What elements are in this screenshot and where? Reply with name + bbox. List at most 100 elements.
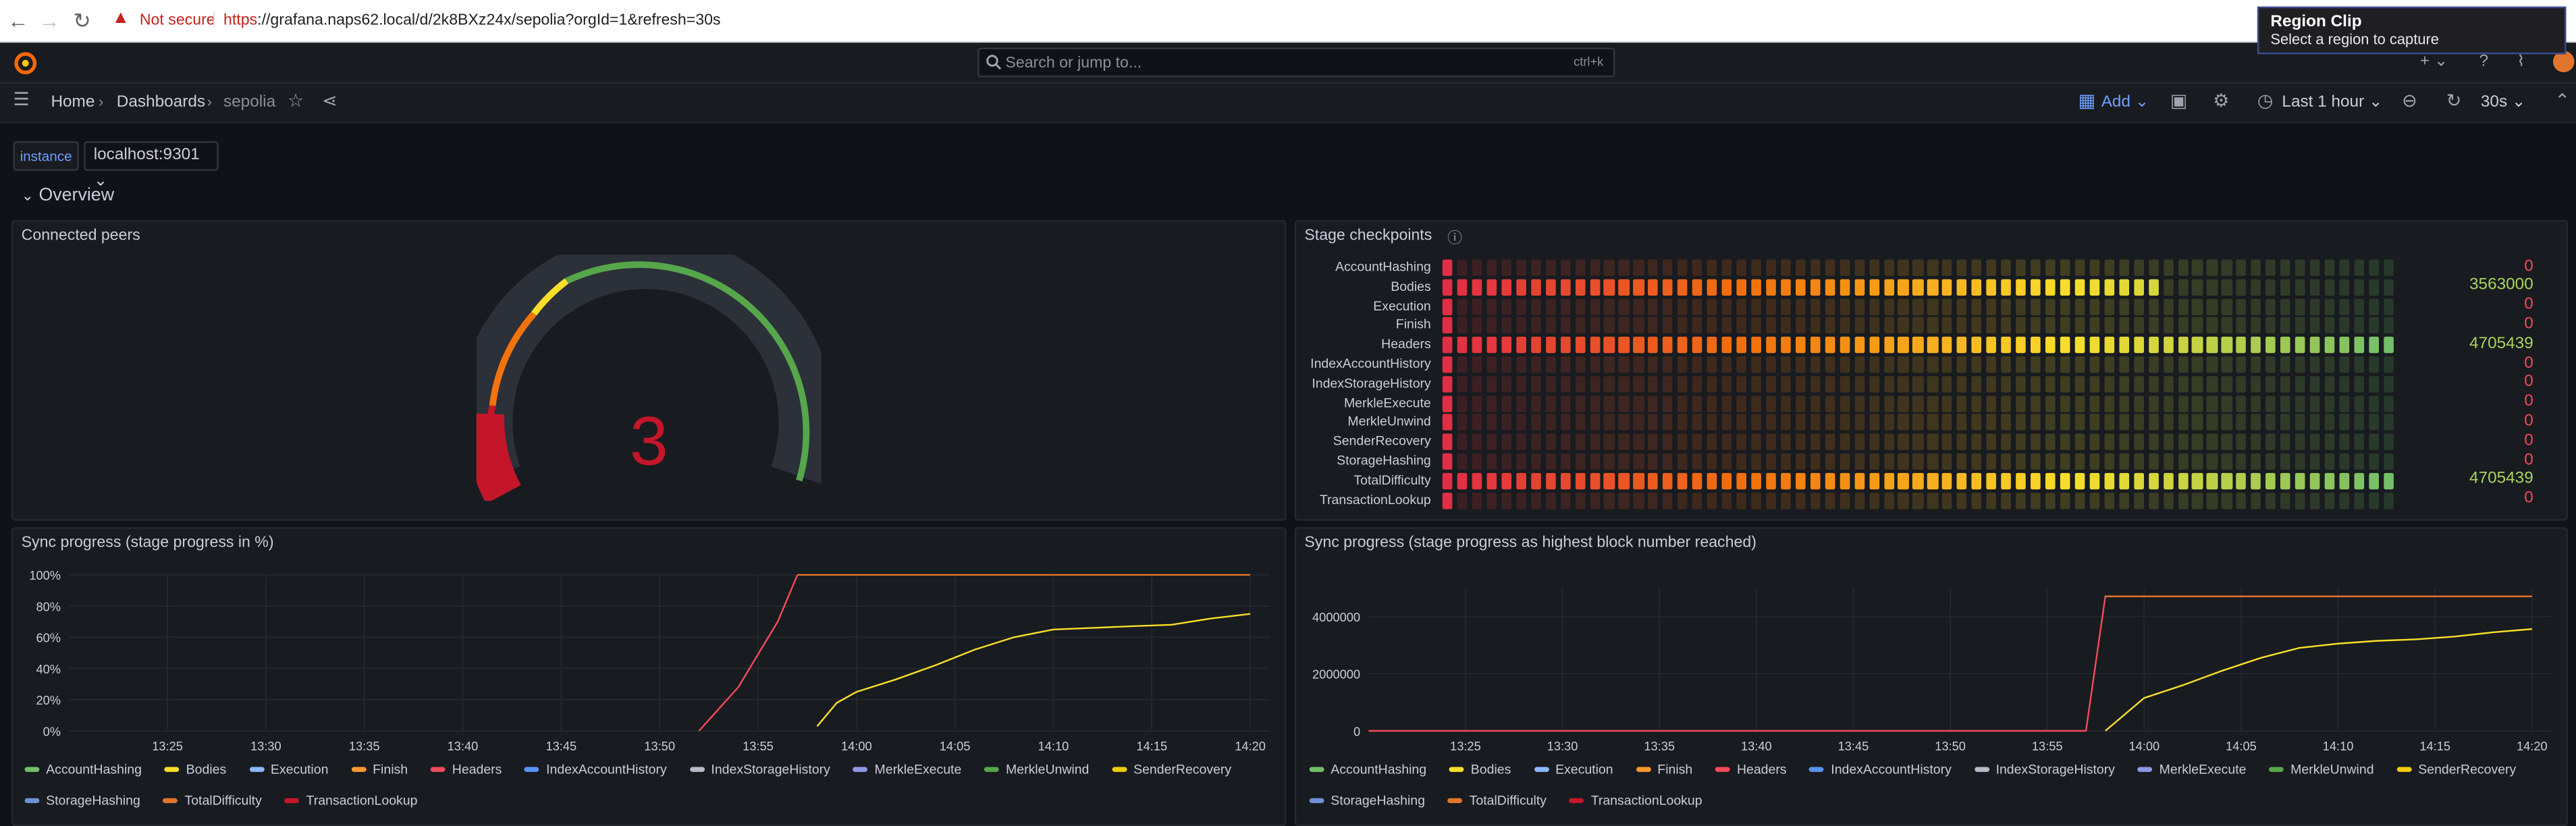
x-tick-label: 14:05 — [940, 739, 971, 753]
legend-item[interactable]: Finish — [351, 759, 408, 780]
stage-value: 4705439 — [2469, 470, 2533, 489]
legend-item[interactable]: Finish — [1636, 759, 1692, 780]
stage-bar-segment — [1971, 414, 1982, 431]
legend-item[interactable]: AccountHashing — [1309, 759, 1426, 780]
stage-bar-segment — [2118, 472, 2129, 489]
share-icon[interactable]: ⋖ — [322, 90, 337, 111]
gear-icon[interactable]: ⚙ — [2213, 90, 2229, 111]
stage-bar-segment — [2207, 433, 2218, 451]
menu-icon[interactable]: ☰ — [13, 88, 29, 110]
stage-bar-segment — [2280, 279, 2291, 296]
stage-bar-segment — [1442, 317, 1453, 334]
legend-item[interactable]: Headers — [1715, 759, 1787, 780]
stage-bar-segment — [1898, 375, 1909, 393]
refresh-interval-picker[interactable]: 30s ⌄ — [2481, 94, 2525, 112]
legend-swatch — [689, 767, 705, 772]
stage-bar-segment — [2089, 337, 2100, 354]
legend-item[interactable]: Bodies — [1449, 759, 1511, 780]
stage-bar-segment — [1942, 395, 1953, 412]
legend-item[interactable]: TransactionLookup — [284, 790, 417, 812]
stage-bar-segment — [1501, 298, 1511, 315]
stage-bar-segment — [1780, 395, 1791, 412]
stage-bar-segment — [2103, 298, 2115, 315]
panel-title: Sync progress (stage progress in %) — [21, 533, 274, 552]
back-icon[interactable]: ← — [5, 8, 31, 34]
stage-bar-segment — [1810, 395, 1821, 412]
legend-item[interactable]: IndexStorageHistory — [689, 759, 830, 780]
x-tick-label: 14:05 — [2226, 739, 2257, 753]
legend-item[interactable]: MerkleExecute — [2138, 759, 2246, 780]
legend-item[interactable]: SenderRecovery — [2396, 759, 2516, 780]
stage-bar-segment — [2280, 395, 2291, 412]
legend-item[interactable]: SenderRecovery — [1112, 759, 1231, 780]
stage-bar-segment — [1780, 433, 1791, 451]
legend-item[interactable]: Headers — [431, 759, 502, 780]
new-menu-icon[interactable]: + ⌄ — [2420, 53, 2448, 71]
save-icon[interactable]: ▣ — [2170, 90, 2187, 111]
legend-item[interactable]: StorageHashing — [24, 790, 140, 812]
legend-item[interactable]: IndexAccountHistory — [525, 759, 667, 780]
url-bar[interactable]: https://grafana.naps62.local/d/2k8BXz24x… — [223, 11, 721, 30]
stage-bar-segment — [1942, 356, 1953, 373]
stage-bar-segment — [2001, 337, 2012, 354]
legend-item[interactable]: TransactionLookup — [1569, 790, 1702, 812]
reload-icon[interactable]: ↻ — [69, 8, 95, 34]
legend-item[interactable]: TotalDifficulty — [163, 790, 262, 812]
stage-bar-segment — [2148, 433, 2159, 451]
chart-sync-block: 0 2000000 4000000 13:25 13:30 13:35 13:40 13:45… — [1312, 588, 2552, 753]
star-icon[interactable]: ☆ — [288, 90, 304, 111]
legend-item[interactable]: MerkleExecute — [853, 759, 961, 780]
security-label[interactable]: Not secure — [140, 11, 215, 30]
url-scheme: https — [223, 11, 258, 30]
stage-bar-segment — [1530, 433, 1541, 451]
stage-bar-segment — [2074, 492, 2085, 509]
stage-bar-segment — [1472, 395, 1482, 412]
legend-item[interactable]: TotalDifficulty — [1448, 790, 1547, 812]
legend-swatch — [525, 767, 540, 772]
legend-item[interactable]: AccountHashing — [24, 759, 142, 780]
legend-item[interactable]: Bodies — [165, 759, 226, 780]
legend-item[interactable]: MerkleUnwind — [2269, 759, 2374, 780]
collapse-icon[interactable]: ⌃ — [2554, 90, 2569, 111]
info-icon[interactable]: ⓘ — [1447, 227, 1462, 248]
stage-bar-segment — [1589, 337, 1600, 354]
stage-bar-segment — [1912, 414, 1923, 431]
warning-icon[interactable]: ▲ — [111, 8, 130, 28]
stage-bar-segment — [1545, 317, 1556, 334]
stage-bar-segment — [1912, 356, 1923, 373]
breadcrumb-home[interactable]: Home — [51, 94, 95, 112]
stage-bar-segment — [2060, 492, 2070, 509]
help-icon[interactable]: ? — [2479, 53, 2488, 71]
stage-bar-segment — [1707, 317, 1717, 334]
refresh-icon[interactable]: ↻ — [2446, 90, 2461, 111]
stage-bar-segment — [1883, 414, 1894, 431]
zoom-out-icon[interactable]: ⊖ — [2402, 90, 2417, 111]
legend-item[interactable]: MerkleUnwind — [984, 759, 1089, 780]
time-range-picker[interactable]: Last 1 hour ⌄ — [2282, 94, 2382, 112]
stage-bar-segment — [1795, 395, 1806, 412]
instance-select[interactable]: localhost:9301 ⌄ — [84, 141, 219, 190]
grafana-logo-icon[interactable] — [13, 51, 38, 84]
row-overview[interactable]: ⌄ Overview — [22, 186, 114, 205]
news-icon[interactable]: ⌇ — [2517, 53, 2525, 71]
legend-item[interactable]: IndexAccountHistory — [1809, 759, 1952, 780]
legend: AccountHashing Bodies Execution Finish Heade… — [1309, 759, 2558, 812]
forward-icon[interactable]: → — [36, 8, 63, 34]
legend-label: StorageHashing — [1331, 793, 1425, 808]
legend-item[interactable]: Execution — [1534, 759, 1613, 780]
stage-bar-segment — [2280, 453, 2291, 470]
stage-bar-segment — [1721, 395, 1732, 412]
stage-bar-segment — [2222, 472, 2232, 489]
legend-item[interactable]: IndexStorageHistory — [1974, 759, 2115, 780]
add-button[interactable]: Add ⌄ — [2101, 94, 2149, 112]
legend-item[interactable]: StorageHashing — [1309, 790, 1425, 812]
search-input[interactable]: Search or jump to... ctrl+k — [977, 47, 1615, 78]
stage-bar-segment — [1486, 279, 1497, 296]
stage-label: SenderRecovery — [1333, 433, 1431, 449]
legend-item[interactable]: Execution — [249, 759, 328, 780]
stage-bar-segment — [1736, 453, 1747, 470]
breadcrumb-dashboards[interactable]: Dashboards — [117, 94, 205, 112]
stage-bar-segment — [1912, 375, 1923, 393]
stage-bar-segment — [1883, 433, 1894, 451]
stage-bar-segment — [1604, 395, 1615, 412]
